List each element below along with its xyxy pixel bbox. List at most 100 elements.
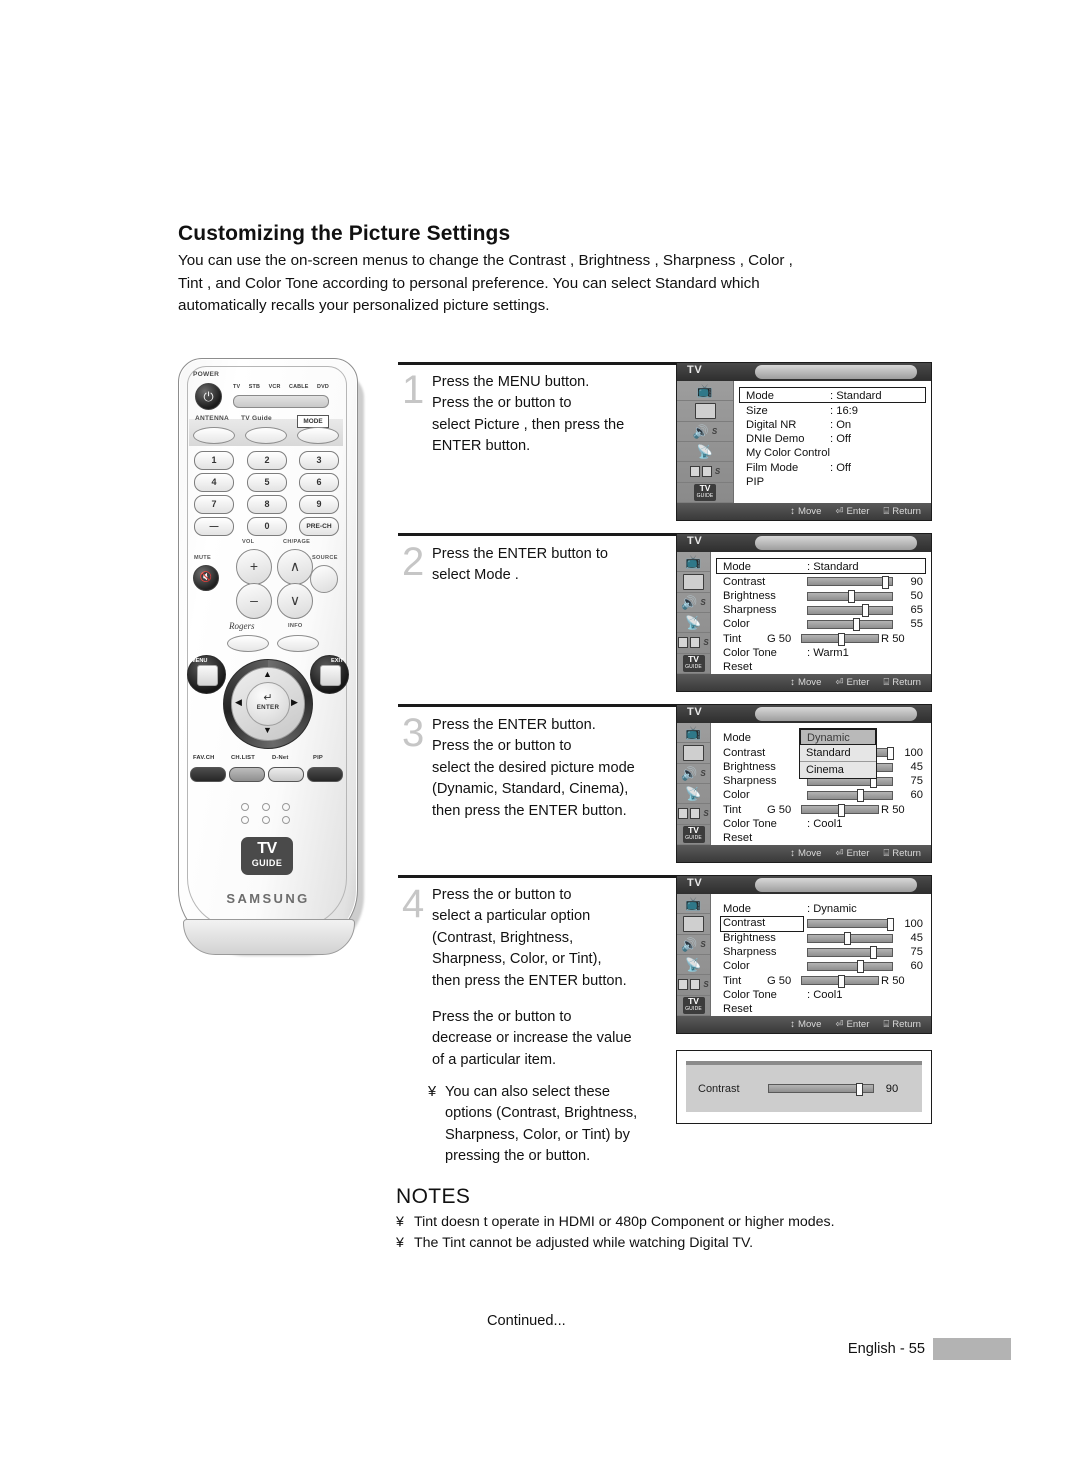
info-button[interactable] <box>277 635 319 652</box>
osd1-row-film-mode[interactable]: Film Mode : Off <box>742 461 923 475</box>
picture-icon[interactable] <box>677 743 710 764</box>
key-8[interactable]: 8 <box>247 495 287 514</box>
channel-dish-icon[interactable]: 📡 <box>677 442 733 463</box>
mode-option-cinema[interactable]: Cinema <box>800 762 876 778</box>
osd1-row-my-color-control[interactable]: My Color Control <box>742 446 923 460</box>
osd2-row-color-tone[interactable]: Color Tone : Warm1 <box>719 646 923 660</box>
osd3-row-color[interactable]: Color 60 <box>719 788 923 803</box>
volume-up-button[interactable]: + <box>236 549 272 585</box>
channel-down-button[interactable]: ∨ <box>277 583 313 619</box>
channel-dish-icon[interactable]: 📡 <box>677 955 710 976</box>
tv-guide-icon[interactable]: TV GUIDE <box>677 825 710 845</box>
fav-ch-button[interactable] <box>190 767 226 782</box>
osd1-row-pip[interactable]: PIP <box>742 475 923 489</box>
channel-dish-icon[interactable]: 📡 <box>677 613 710 634</box>
sound-icon[interactable]: 🔊 S <box>677 764 710 784</box>
rogers-button[interactable] <box>227 635 269 652</box>
channel-dish-icon[interactable]: 📡 <box>677 784 710 805</box>
color-slider[interactable] <box>807 789 893 803</box>
key-1[interactable]: 1 <box>194 451 234 470</box>
exit-button[interactable]: EXIT <box>310 655 349 694</box>
dpad-up-icon[interactable]: ▲ <box>263 669 272 679</box>
contrast-slider[interactable] <box>807 575 893 589</box>
osd3-row-reset[interactable]: Reset <box>719 831 923 845</box>
mode-dropdown[interactable]: Dynamic Standard Cinema <box>799 728 877 779</box>
osd4-row-color-tone[interactable]: Color Tone : Cool1 <box>719 988 923 1002</box>
tv-guide-icon[interactable]: TV GUIDE <box>677 654 710 674</box>
osd1-row-digital-nr[interactable]: Digital NR : On <box>742 418 923 432</box>
input-source-icon[interactable]: 📺 <box>677 552 710 573</box>
channel-up-button[interactable]: ∧ <box>277 549 313 585</box>
osd2-row-sharpness[interactable]: Sharpness 65 <box>719 603 923 618</box>
osd2-row-contrast[interactable]: Contrast 90 <box>719 575 923 589</box>
brightness-slider[interactable] <box>807 932 893 946</box>
ch-list-button[interactable] <box>229 767 265 782</box>
volume-down-button[interactable]: – <box>236 583 272 619</box>
power-button[interactable]: ⏻ <box>195 383 222 410</box>
d-net-button[interactable] <box>268 767 304 782</box>
pip-button[interactable] <box>307 767 343 782</box>
mode-button[interactable] <box>297 427 339 444</box>
osd4-row-tint[interactable]: Tint G 50 R 50 <box>719 974 923 988</box>
setup-icon[interactable]: S <box>677 975 710 996</box>
input-source-icon[interactable]: 📺 <box>677 723 710 744</box>
sharpness-slider[interactable] <box>807 946 893 960</box>
enter-button[interactable]: ↵ ENTER <box>246 682 290 726</box>
osd2-row-tint[interactable]: Tint G 50 R 50 <box>719 632 923 646</box>
tint-slider[interactable] <box>801 803 879 817</box>
sharpness-slider[interactable] <box>807 604 893 618</box>
key-7[interactable]: 7 <box>194 495 234 514</box>
tv-guide-button[interactable] <box>245 427 287 444</box>
key-9[interactable]: 9 <box>299 495 339 514</box>
device-select-strip[interactable] <box>233 395 329 408</box>
key-4[interactable]: 4 <box>194 473 234 492</box>
osd2-row-mode[interactable]: Mode : Standard <box>719 559 923 575</box>
osd4-row-reset[interactable]: Reset <box>719 1002 923 1016</box>
osd3-row-color-tone[interactable]: Color Tone : Cool1 <box>719 817 923 831</box>
sound-icon[interactable]: 🔊 S <box>677 935 710 955</box>
brightness-slider[interactable] <box>807 590 893 604</box>
osd1-row-size[interactable]: Size : 16:9 <box>742 404 923 418</box>
osd3-row-tint[interactable]: Tint G 50 R 50 <box>719 803 923 817</box>
key-3[interactable]: 3 <box>299 451 339 470</box>
dpad-down-icon[interactable]: ▼ <box>263 725 272 735</box>
input-source-icon[interactable]: 📺 <box>677 381 733 402</box>
dpad-left-icon[interactable]: ◀ <box>235 697 242 708</box>
key-5[interactable]: 5 <box>247 473 287 492</box>
osd2-row-reset[interactable]: Reset <box>719 660 923 674</box>
osd2-row-color[interactable]: Color 55 <box>719 617 923 632</box>
antenna-button[interactable] <box>193 427 235 444</box>
source-button[interactable] <box>310 565 338 593</box>
setup-icon[interactable]: S <box>677 633 710 654</box>
tv-guide-icon[interactable]: TV GUIDE <box>677 996 710 1016</box>
osd4-row-contrast[interactable]: Contrast 100 <box>719 916 923 932</box>
picture-icon[interactable] <box>677 572 710 593</box>
key-2[interactable]: 2 <box>247 451 287 470</box>
key-pre-ch[interactable]: PRE-CH <box>299 517 339 536</box>
dpad-right-icon[interactable]: ▶ <box>291 697 298 708</box>
osd1-row-dnie-demo[interactable]: DNIe Demo : Off <box>742 432 923 446</box>
key-0[interactable]: 0 <box>247 517 287 536</box>
setup-icon[interactable]: S <box>677 462 733 483</box>
picture-icon[interactable] <box>677 401 733 422</box>
contrast-slider[interactable] <box>807 917 894 931</box>
setup-icon[interactable]: S <box>677 804 710 825</box>
color-slider[interactable] <box>807 960 893 974</box>
tint-slider[interactable] <box>801 632 879 646</box>
contrast-popup-slider[interactable] <box>768 1082 874 1096</box>
sound-icon[interactable]: 🔊 S <box>677 422 733 442</box>
osd4-row-mode[interactable]: Mode : Dynamic <box>719 901 923 917</box>
mode-option-dynamic[interactable]: Dynamic <box>800 729 876 745</box>
menu-button[interactable]: MENU <box>187 655 226 694</box>
tv-guide-icon[interactable]: TV GUIDE <box>677 483 733 503</box>
osd4-row-brightness[interactable]: Brightness 45 <box>719 931 923 946</box>
key-dash[interactable]: — <box>194 517 234 536</box>
tint-slider[interactable] <box>801 974 879 988</box>
osd4-row-color[interactable]: Color 60 <box>719 959 923 974</box>
input-source-icon[interactable]: 📺 <box>677 894 710 915</box>
picture-icon[interactable] <box>677 914 710 935</box>
mute-button[interactable]: 🔇 <box>193 565 219 591</box>
sound-icon[interactable]: 🔊 S <box>677 593 710 613</box>
osd4-row-sharpness[interactable]: Sharpness 75 <box>719 945 923 960</box>
mode-option-standard[interactable]: Standard <box>800 745 876 762</box>
